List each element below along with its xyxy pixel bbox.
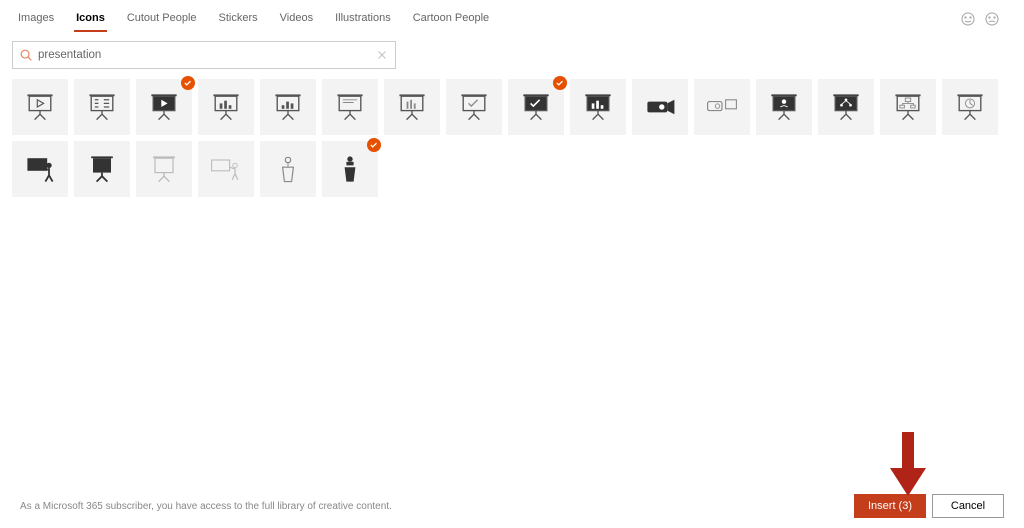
tab-videos[interactable]: Videos (278, 8, 315, 30)
category-tabs: Images Icons Cutout People Stickers Vide… (0, 0, 1024, 31)
icon-presenter-board[interactable] (12, 141, 68, 197)
clear-icon[interactable] (375, 48, 389, 62)
results-grid (0, 75, 1024, 201)
icon-presentation-org[interactable] (880, 79, 936, 135)
insert-button[interactable]: Insert (3) (854, 494, 926, 518)
footer: As a Microsoft 365 subscriber, you have … (0, 494, 1024, 518)
tab-stickers[interactable]: Stickers (217, 8, 260, 30)
icon-whiteboard-light[interactable] (136, 141, 192, 197)
icon-projector[interactable] (632, 79, 688, 135)
subscriber-note: As a Microsoft 365 subscriber, you have … (20, 501, 392, 512)
icon-presentation-tree[interactable] (818, 79, 874, 135)
icon-presentation-bars2[interactable] (260, 79, 316, 135)
cancel-button[interactable]: Cancel (932, 494, 1004, 518)
icon-presentation-bars[interactable] (198, 79, 254, 135)
icon-podium[interactable] (260, 141, 316, 197)
icon-presentation-check-dark[interactable] (508, 79, 564, 135)
icon-presenter-point[interactable] (198, 141, 254, 197)
icon-presentation-play-dark[interactable] (136, 79, 192, 135)
icon-projector-screen[interactable] (694, 79, 750, 135)
tab-illustrations[interactable]: Illustrations (333, 8, 393, 30)
tab-icons[interactable]: Icons (74, 8, 107, 30)
search-icon (19, 48, 33, 62)
icon-podium-speaker[interactable] (322, 141, 378, 197)
search-row (0, 31, 1024, 75)
icon-presentation-blank[interactable] (322, 79, 378, 135)
tab-cutout-people[interactable]: Cutout People (125, 8, 199, 30)
icon-whiteboard[interactable] (74, 141, 130, 197)
icon-presentation-check[interactable] (446, 79, 502, 135)
icon-presentation-bars3[interactable] (384, 79, 440, 135)
search-box[interactable] (12, 41, 396, 69)
icon-presentation-list[interactable] (74, 79, 130, 135)
tab-cartoon-people[interactable]: Cartoon People (411, 8, 491, 30)
feedback-sad-icon[interactable] (984, 11, 1000, 27)
search-input[interactable] (38, 49, 371, 61)
tab-images[interactable]: Images (16, 8, 56, 30)
icon-presentation-clock[interactable] (942, 79, 998, 135)
attention-arrow-icon (890, 432, 926, 496)
icon-presentation-bars-dark[interactable] (570, 79, 626, 135)
icon-presentation-play[interactable] (12, 79, 68, 135)
icon-presentation-people[interactable] (756, 79, 812, 135)
feedback-happy-icon[interactable] (960, 11, 976, 27)
